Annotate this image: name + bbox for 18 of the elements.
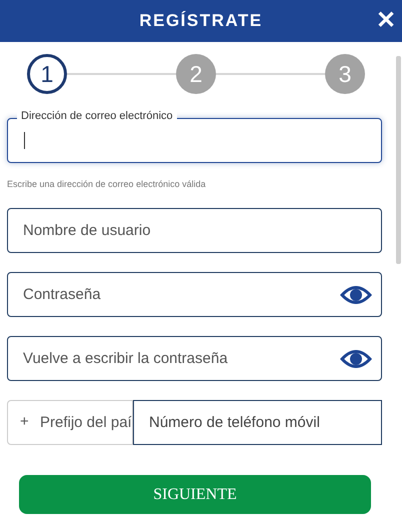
window-title: REGÍSTRATE [139, 11, 263, 31]
eye-icon[interactable] [340, 348, 372, 370]
next-button[interactable]: SIGUIENTE [19, 475, 371, 514]
text-cursor [24, 132, 25, 149]
email-field[interactable] [7, 118, 382, 163]
password-field[interactable]: Contraseña [7, 272, 382, 317]
scrollbar[interactable] [396, 56, 401, 264]
step-indicator: 3 [325, 54, 365, 94]
field-label: Dirección de correo electrónico [17, 110, 177, 122]
eye-icon[interactable] [340, 284, 372, 306]
phone-field[interactable]: Número de teléfono móvil [133, 400, 382, 445]
username-field[interactable]: Nombre de usuario [7, 208, 382, 253]
close-button[interactable]: ✕ [374, 6, 398, 36]
password-field[interactable]: Vuelve a escribir la contraseña [7, 336, 382, 381]
step-indicator: 1 [27, 54, 67, 94]
step-indicator: 2 [176, 54, 216, 94]
field-hint: Escribe una dirección de correo electrónico válida [7, 179, 207, 189]
plus-sign: + [20, 413, 29, 430]
